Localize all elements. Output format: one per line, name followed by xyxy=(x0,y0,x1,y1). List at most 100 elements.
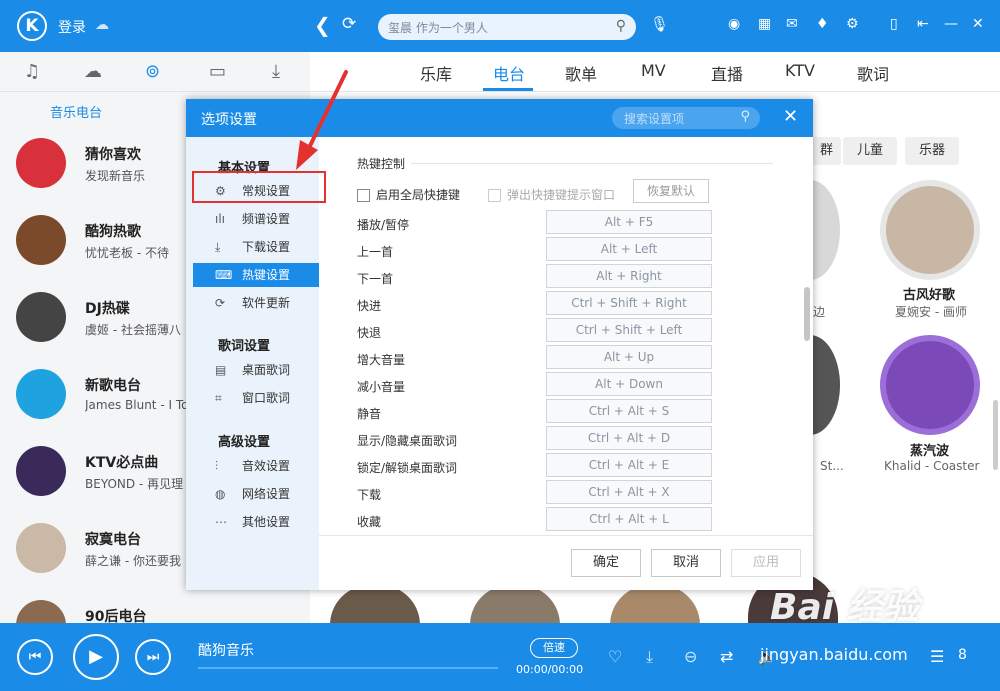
tab-ktv[interactable]: KTV xyxy=(785,61,815,80)
dialog-scrollbar[interactable] xyxy=(804,287,810,341)
download-icon[interactable]: ⤓ xyxy=(272,61,280,82)
settings-search-input[interactable]: 搜索设置项 xyxy=(624,110,684,127)
search-icon[interactable]: ⚲ xyxy=(616,18,626,34)
active-tab-indicator xyxy=(483,88,533,91)
nav-item-sound[interactable]: ⫶ 音效设置 xyxy=(193,454,319,478)
download-icon[interactable]: ⤓ xyxy=(646,647,653,667)
ok-button[interactable]: 确定 xyxy=(571,549,641,577)
nav-item-network[interactable]: ◍ 网络设置 xyxy=(193,482,319,506)
search-icon[interactable]: ⚲ xyxy=(740,109,750,124)
grid-icon[interactable]: ▦ xyxy=(758,16,771,32)
main-scrollbar[interactable] xyxy=(993,400,998,470)
nav-item-desktop-lyrics[interactable]: ▤ 桌面歌词 xyxy=(193,358,319,382)
dock-icon[interactable]: ⇤ xyxy=(917,16,929,32)
hotkey-field[interactable]: Alt + F5 xyxy=(546,210,712,234)
mini-mode-icon[interactable]: ▯ xyxy=(890,16,898,32)
hotkey-field[interactable]: Ctrl + Alt + S xyxy=(546,399,712,423)
checkbox-box[interactable] xyxy=(488,189,501,202)
baidu-watermark: Bai 经验 xyxy=(770,587,919,628)
hotkey-field[interactable]: Ctrl + Alt + X xyxy=(546,480,712,504)
nav-item-window-lyrics[interactable]: ⌗ 窗口歌词 xyxy=(193,386,319,410)
tab-live[interactable]: 直播 xyxy=(711,61,743,85)
hotkey-field[interactable]: Ctrl + Shift + Right xyxy=(546,291,712,315)
hotkey-label: 下载 xyxy=(357,488,382,502)
login-link[interactable]: 登录 xyxy=(58,17,86,37)
close-icon[interactable]: ✕ xyxy=(972,16,984,32)
cancel-button[interactable]: 取消 xyxy=(651,549,721,577)
nav-group-lyrics: 歌词设置 xyxy=(218,339,271,354)
cloud-sync-icon[interactable]: ☁ xyxy=(95,17,109,33)
restore-default-button[interactable]: 恢复默认 xyxy=(633,179,709,203)
hotkey-field[interactable]: Alt + Up xyxy=(546,345,712,369)
refresh-icon[interactable]: ⟳ xyxy=(342,14,356,34)
sidebar-subtitle-text[interactable]: 音乐电台 xyxy=(50,102,102,121)
minimize-icon[interactable]: — xyxy=(944,16,958,32)
nav-item-spectrum[interactable]: ılı 频谱设置 xyxy=(193,207,319,231)
hotkey-panel: 热键控制 启用全局快捷键 弹出快捷键提示窗口 恢复默认 播放/暂停 Alt + … xyxy=(319,137,813,590)
radio-cover[interactable] xyxy=(880,180,980,280)
music-icon[interactable]: ♫ xyxy=(24,61,40,82)
popup-hint-checkbox[interactable]: 弹出快捷键提示窗口 xyxy=(488,186,615,203)
target-icon[interactable]: ◉ xyxy=(728,16,740,32)
speed-button[interactable]: 倍速 xyxy=(530,638,578,658)
progress-bar[interactable] xyxy=(198,667,498,669)
tab-mv[interactable]: MV xyxy=(641,61,666,80)
avatar xyxy=(16,523,66,573)
hotkey-field[interactable]: Ctrl + Alt + L xyxy=(546,507,712,531)
device-icon[interactable]: ▭ xyxy=(209,61,226,82)
radio-cover[interactable] xyxy=(880,335,980,435)
nav-item-other[interactable]: ⋯ 其他设置 xyxy=(193,510,319,534)
radio-name: KTV必点曲 xyxy=(85,455,159,471)
hotkey-field[interactable]: Alt + Left xyxy=(546,237,712,261)
hotkey-field[interactable]: Alt + Down xyxy=(546,372,712,396)
dialog-close-icon[interactable]: ✕ xyxy=(783,106,798,127)
back-icon[interactable]: ❮ xyxy=(314,13,331,37)
search-input[interactable]: 玺晨 作为一个男人 xyxy=(388,19,488,36)
playlist-icon[interactable]: ☰ xyxy=(930,647,944,666)
hotkey-field[interactable]: Ctrl + Alt + D xyxy=(546,426,712,450)
card-title[interactable]: 蒸汽波 xyxy=(910,440,949,459)
gear-icon[interactable]: ⚙ xyxy=(846,16,859,32)
section-title: 热键控制 xyxy=(357,157,406,171)
card-title[interactable]: 古风好歌 xyxy=(903,284,955,303)
tab-lyrics[interactable]: 歌词 xyxy=(857,61,889,85)
minus-icon[interactable]: ⊖ xyxy=(684,647,697,666)
radio-name: 90后电台 xyxy=(85,609,147,623)
hotkey-field[interactable]: Ctrl + Shift + Left xyxy=(546,318,712,342)
hotkey-field[interactable]: Ctrl + Alt + E xyxy=(546,453,712,477)
checkbox-box[interactable] xyxy=(357,189,370,202)
avatar xyxy=(16,369,66,419)
nav-item-download[interactable]: ⤓ 下载设置 xyxy=(193,235,319,259)
tab-library[interactable]: 乐库 xyxy=(420,61,452,85)
avatar xyxy=(16,215,66,265)
category-pill[interactable]: 乐器 xyxy=(905,137,960,165)
radio-cover[interactable] xyxy=(330,585,420,625)
kugou-logo[interactable]: K xyxy=(17,11,47,41)
cloud-icon[interactable]: ☁ xyxy=(84,61,102,82)
category-pill[interactable]: 儿童 xyxy=(843,137,898,165)
heart-icon[interactable]: ♡ xyxy=(608,647,622,666)
previous-button[interactable]: ⏮ xyxy=(17,639,53,675)
mail-icon[interactable]: ✉ xyxy=(786,16,798,32)
nav-item-update[interactable]: ⟳ 软件更新 xyxy=(193,291,319,315)
repeat-icon[interactable]: ⇄ xyxy=(720,647,733,666)
radio-icon[interactable]: ⊚ xyxy=(145,61,160,82)
category-pill[interactable]: 群 xyxy=(812,137,842,165)
radio-name: 寂寞电台 xyxy=(85,532,141,548)
apply-button[interactable]: 应用 xyxy=(731,549,801,577)
microphone-icon[interactable]: 🎙 xyxy=(650,15,669,33)
enable-global-hotkey-checkbox[interactable]: 启用全局快捷键 xyxy=(357,186,460,203)
skin-icon[interactable]: ♦ xyxy=(816,16,829,32)
radio-name: 新歌电台 xyxy=(85,378,141,394)
tab-radio[interactable]: 电台 xyxy=(493,61,525,85)
radio-cover[interactable] xyxy=(610,585,700,625)
nav-item-hotkeys[interactable]: ⌨ 热键设置 xyxy=(193,263,319,287)
list-item[interactable]: 90后电台 xyxy=(0,590,310,623)
hotkey-field[interactable]: Alt + Right xyxy=(546,264,712,288)
play-button[interactable]: ▶ xyxy=(73,634,119,680)
tab-playlist[interactable]: 歌单 xyxy=(565,61,597,85)
radio-cover[interactable] xyxy=(470,585,560,625)
search-box[interactable]: 玺晨 作为一个男人 ⚲ xyxy=(378,14,636,40)
settings-search[interactable]: 搜索设置项 ⚲ xyxy=(612,107,760,129)
next-button[interactable]: ⏭ xyxy=(135,639,171,675)
